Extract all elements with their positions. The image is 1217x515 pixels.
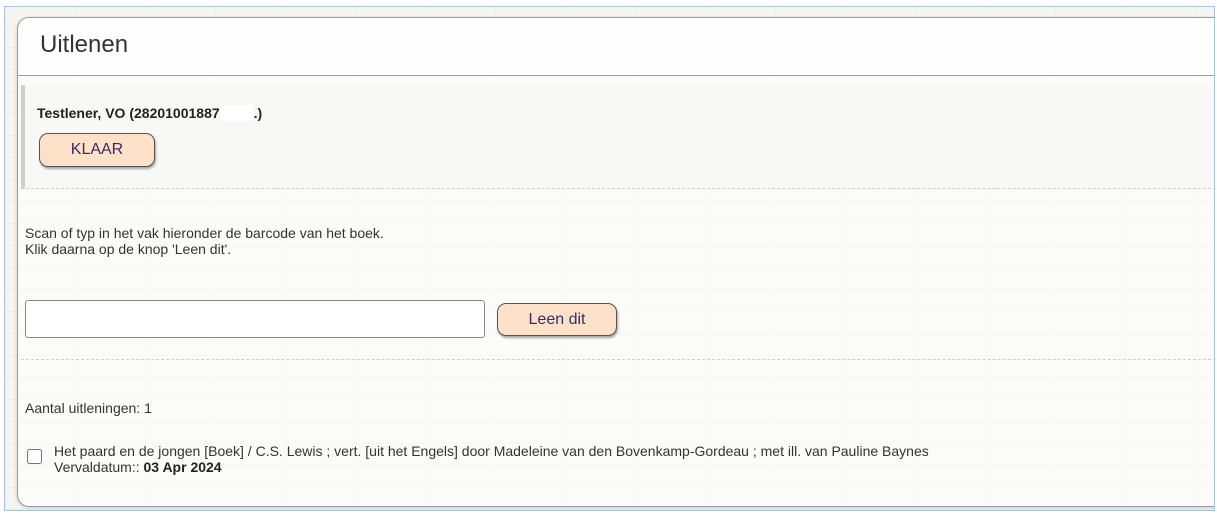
section-divider bbox=[21, 359, 1214, 360]
loan-count: Aantal uitleningen: 1 bbox=[25, 400, 152, 416]
borrower-name: Testlener, VO (28201001887.) bbox=[37, 105, 262, 121]
barcode-input[interactable] bbox=[25, 300, 485, 338]
done-button[interactable]: KLAAR bbox=[39, 133, 155, 167]
due-date-label: Vervaldatum:: bbox=[54, 459, 144, 475]
app-frame: Uitlenen Testlener, VO (28201001887.) KL… bbox=[4, 6, 1215, 511]
loan-checkbox[interactable] bbox=[27, 449, 42, 464]
lend-button[interactable]: Leen dit bbox=[497, 303, 617, 336]
loan-details: Het paard en de jongen [Boek] / C.S. Lew… bbox=[54, 443, 1214, 475]
borrower-section: Testlener, VO (28201001887.) KLAAR bbox=[21, 85, 1214, 189]
loan-due: Vervaldatum:: 03 Apr 2024 bbox=[54, 459, 1214, 475]
redaction-block bbox=[220, 105, 253, 121]
due-date-value: 03 Apr 2024 bbox=[143, 459, 222, 475]
scan-instructions: Scan of typ in het vak hieronder de barc… bbox=[25, 225, 384, 257]
borrower-name-suffix: .) bbox=[253, 105, 263, 121]
instruction-line: Scan of typ in het vak hieronder de barc… bbox=[25, 225, 384, 241]
borrower-name-text: Testlener, VO (28201001887 bbox=[37, 105, 220, 121]
loan-title: Het paard en de jongen [Boek] / C.S. Lew… bbox=[54, 443, 929, 459]
instruction-line: Klik daarna op de knop 'Leen dit'. bbox=[25, 241, 232, 257]
page-title: Uitlenen bbox=[18, 18, 1214, 76]
